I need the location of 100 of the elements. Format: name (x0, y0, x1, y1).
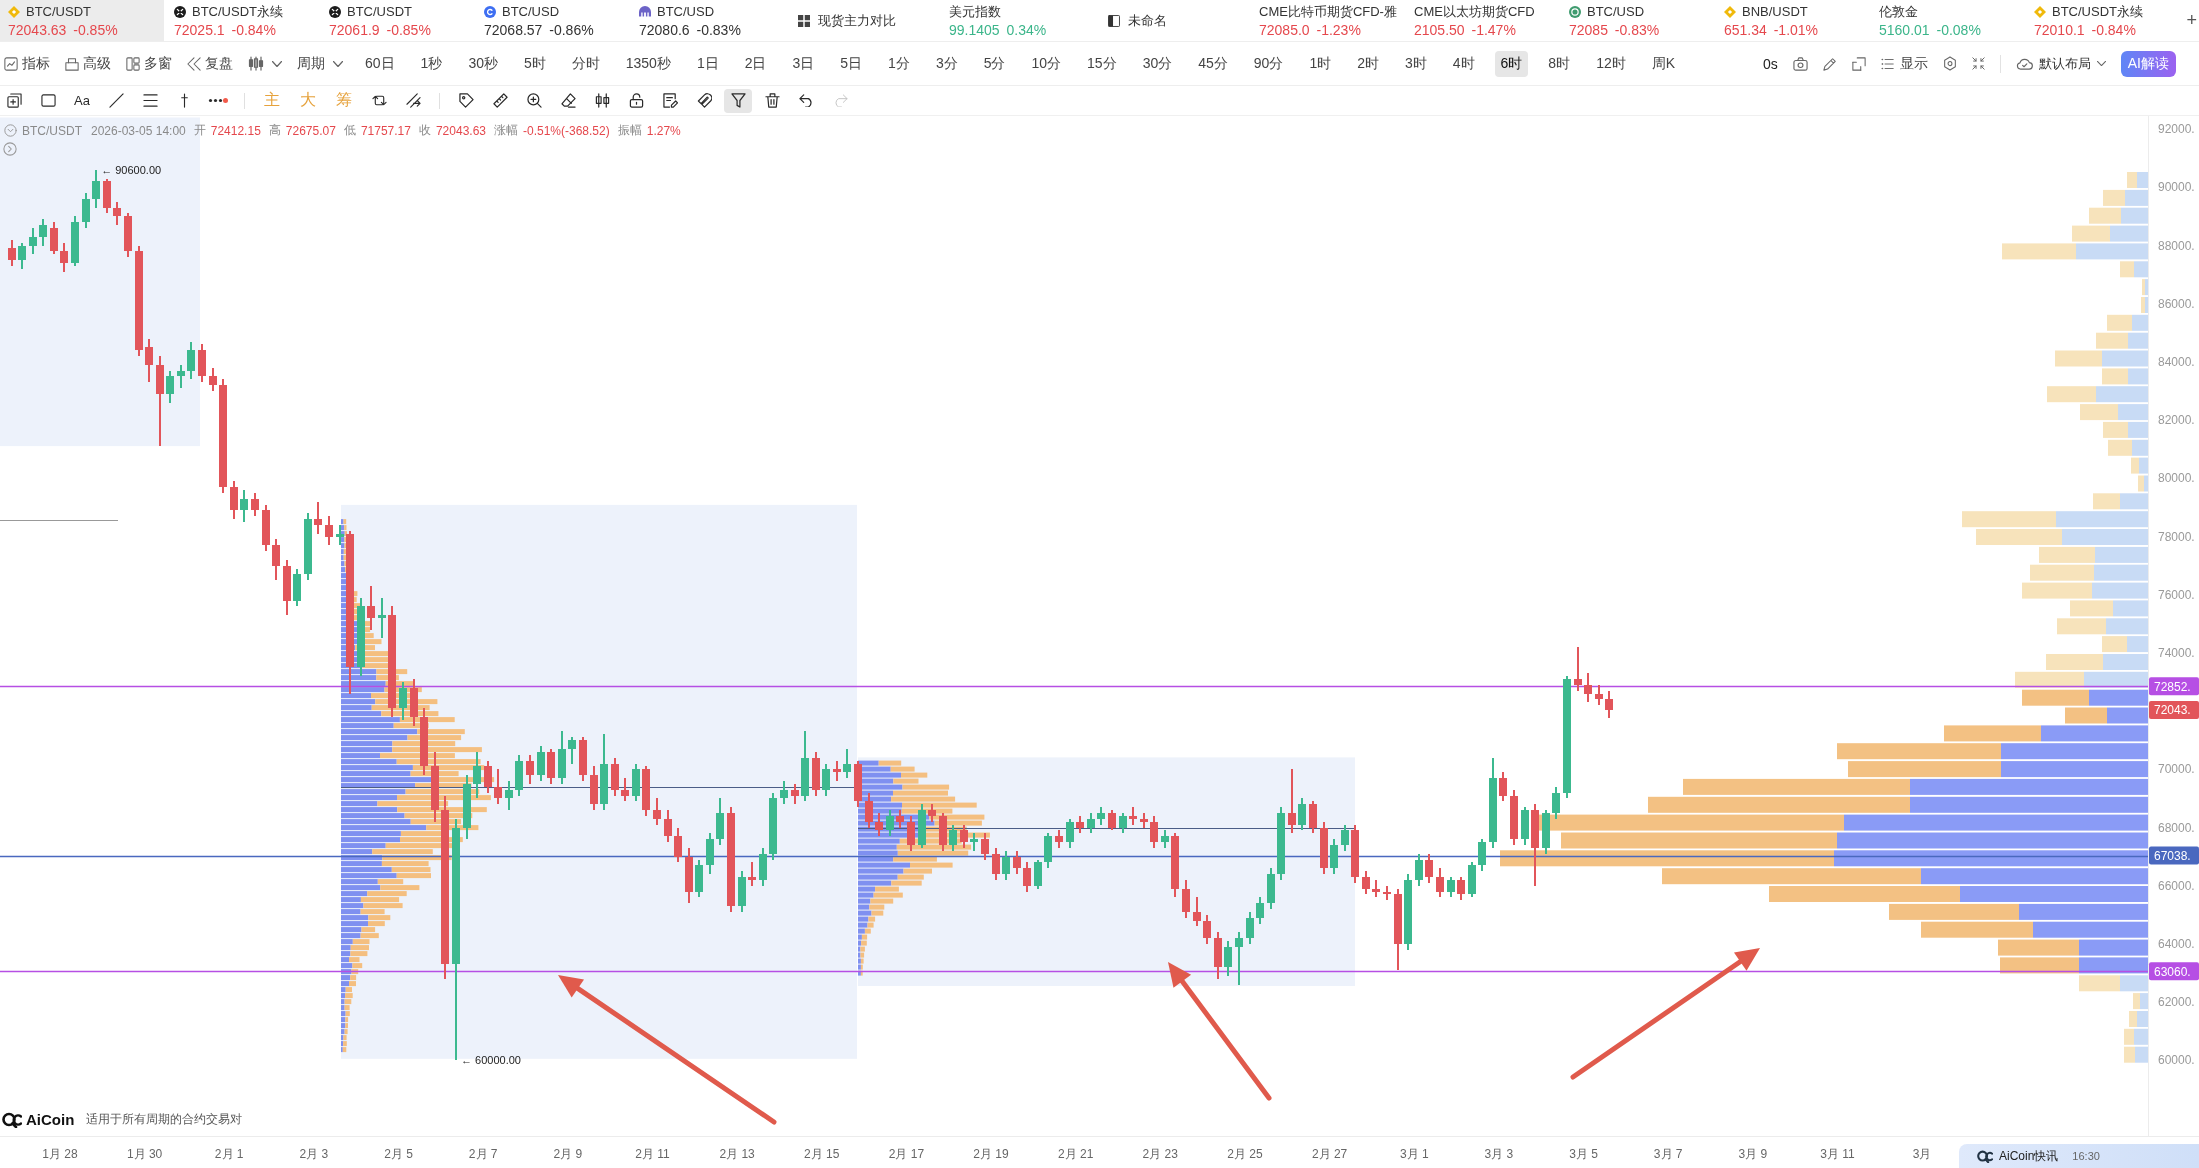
camera-icon[interactable] (1792, 56, 1808, 71)
ticker-tab[interactable]: 美元指数 99.1405 0.34% (939, 0, 1094, 41)
ticker-tab[interactable]: 未命名 (1094, 0, 1249, 41)
interval-tab[interactable]: 1时 (1303, 50, 1338, 77)
ticker-tab[interactable]: BTC/USDT 72043.63 -0.85% (0, 0, 164, 41)
axis-label: 74000. (2158, 645, 2195, 660)
tool-button[interactable] (724, 88, 752, 113)
interval-tab[interactable]: 1350秒 (619, 50, 677, 77)
ticker-tab[interactable]: BTC/USDT永续 72010.1 -0.84% (2024, 0, 2179, 41)
interval-tab[interactable]: 12时 (1590, 50, 1632, 77)
menu-button[interactable]: 指标 (4, 54, 50, 73)
candle (187, 342, 195, 379)
interval-tab[interactable]: 3日 (786, 50, 821, 77)
candle (1150, 816, 1158, 848)
candle (833, 761, 841, 781)
caret-icon (333, 60, 343, 67)
news-toast[interactable]: AiCoin快讯 16:30 (1959, 1144, 2199, 1168)
collapse-icon[interactable] (1971, 57, 1985, 70)
candle (949, 825, 957, 851)
ticker-tab[interactable]: 伦敦金 5160.01 -0.08% (1869, 0, 2024, 41)
display-button[interactable]: 显示 (1880, 54, 1928, 73)
interval-tab[interactable]: 30分 (1136, 50, 1179, 77)
price-quote: 72061.9 -0.85% (329, 22, 431, 38)
candle (82, 193, 90, 228)
axis-label: 90000. (2158, 180, 2195, 195)
candle (1542, 810, 1550, 854)
screen-icon[interactable] (1851, 56, 1866, 71)
interval-tab[interactable]: 1日 (690, 50, 725, 77)
candle (1034, 860, 1042, 889)
interval-tab[interactable]: 分时 (565, 50, 606, 77)
tool-button[interactable]: Aa (68, 88, 96, 113)
candle (1499, 772, 1507, 801)
interval-tab[interactable]: 30秒 (462, 50, 504, 77)
layout-dropdown[interactable]: 默认布局 (2015, 54, 2106, 73)
interval-tab[interactable]: 15分 (1081, 50, 1123, 77)
ring-icon (484, 5, 496, 18)
ticker-tab[interactable]: BTC/USD 72080.6 -0.83% (629, 0, 784, 41)
ticker-tab[interactable]: CME比特币期货CFD-雅 72085.0 -1.23% (1249, 0, 1404, 41)
interval-tab[interactable]: 5分 (977, 50, 1012, 77)
candle (1457, 877, 1465, 900)
candle (579, 737, 587, 781)
interval-tab[interactable]: 周K (1645, 50, 1682, 77)
pencil-icon[interactable] (1822, 56, 1837, 71)
parallel-lines-icon (142, 93, 158, 108)
interval-tab[interactable]: 60日 (359, 50, 401, 77)
candle (716, 798, 724, 845)
interval-tab[interactable]: 3分 (929, 50, 964, 77)
axis-label: 76000. (2158, 587, 2195, 602)
ticker-tab[interactable]: BTC/USD 72068.57 -0.86% (474, 0, 629, 41)
settings-icon[interactable] (1942, 56, 1957, 71)
candle (494, 769, 502, 804)
period-dropdown[interactable]: 周期 (297, 54, 343, 73)
interval-tab[interactable]: 10分 (1025, 50, 1068, 77)
price-quote: 72068.57 -0.86% (484, 22, 594, 38)
candle (92, 170, 100, 208)
interval-tab[interactable]: 4时 (1446, 50, 1481, 77)
candle (769, 793, 777, 860)
candle (1066, 819, 1074, 848)
interval-tab[interactable]: 5日 (834, 50, 869, 77)
menu-button[interactable]: 多窗 (126, 54, 172, 73)
candle (558, 731, 566, 784)
candle (1298, 798, 1306, 830)
ticker-tab[interactable]: BTC/USD 72085 -0.83% (1559, 0, 1714, 41)
add-button[interactable]: + (2184, 10, 2199, 31)
candle (1129, 807, 1137, 825)
price-tag: 63060. (2149, 962, 2199, 981)
ticker-tab[interactable]: BTC/USDT永续 72025.1 -0.84% (164, 0, 319, 41)
interval-tab[interactable]: 1秒 (414, 50, 449, 77)
interval-tab[interactable]: 3时 (1398, 50, 1433, 77)
candle (611, 758, 619, 796)
menu-button[interactable]: 高级 (65, 54, 111, 73)
interval-tab[interactable]: 90分 (1247, 50, 1290, 77)
candle (1330, 839, 1338, 874)
interval-tab[interactable]: 2日 (738, 50, 773, 77)
chart-type-button[interactable] (248, 56, 282, 71)
interval-tab[interactable]: 2时 (1351, 50, 1385, 77)
interval-tab[interactable]: 45分 (1192, 50, 1234, 77)
menu-button[interactable]: 复盘 (187, 54, 233, 73)
candle (1468, 862, 1476, 897)
candle (642, 766, 650, 816)
axis-label: 2月 19 (973, 1147, 1009, 1161)
interval-tab[interactable]: 1分 (882, 50, 916, 77)
field-label: 低 (343, 122, 356, 139)
ref-line-label: 67038. (2154, 849, 2191, 863)
price-tag: 72852. (2149, 677, 2199, 696)
ticker-tab[interactable]: CME以太坊期货CFD 2105.50 -1.47% (1404, 0, 1559, 41)
ticker-tab[interactable]: BNB/USDT 651.34 -1.01% (1714, 0, 1869, 41)
ticker-tab[interactable]: BTC/USDT 72061.9 -0.85% (319, 0, 474, 41)
ticker-tab[interactable]: 现货主力对比 (784, 0, 939, 41)
field-label: 高 (268, 122, 281, 139)
candle (886, 810, 894, 836)
interval-tab[interactable]: 5时 (517, 50, 552, 77)
price-quote: 5160.01 -0.08% (1879, 22, 1981, 38)
interval-tab[interactable]: 8时 (1542, 50, 1577, 77)
candle (1362, 871, 1370, 894)
candle (865, 793, 873, 828)
axis-label: 88000. (2158, 238, 2195, 253)
ai-button[interactable]: AI解读 (2120, 50, 2176, 77)
candle (325, 516, 333, 545)
interval-tab[interactable]: 6时 (1494, 50, 1529, 77)
